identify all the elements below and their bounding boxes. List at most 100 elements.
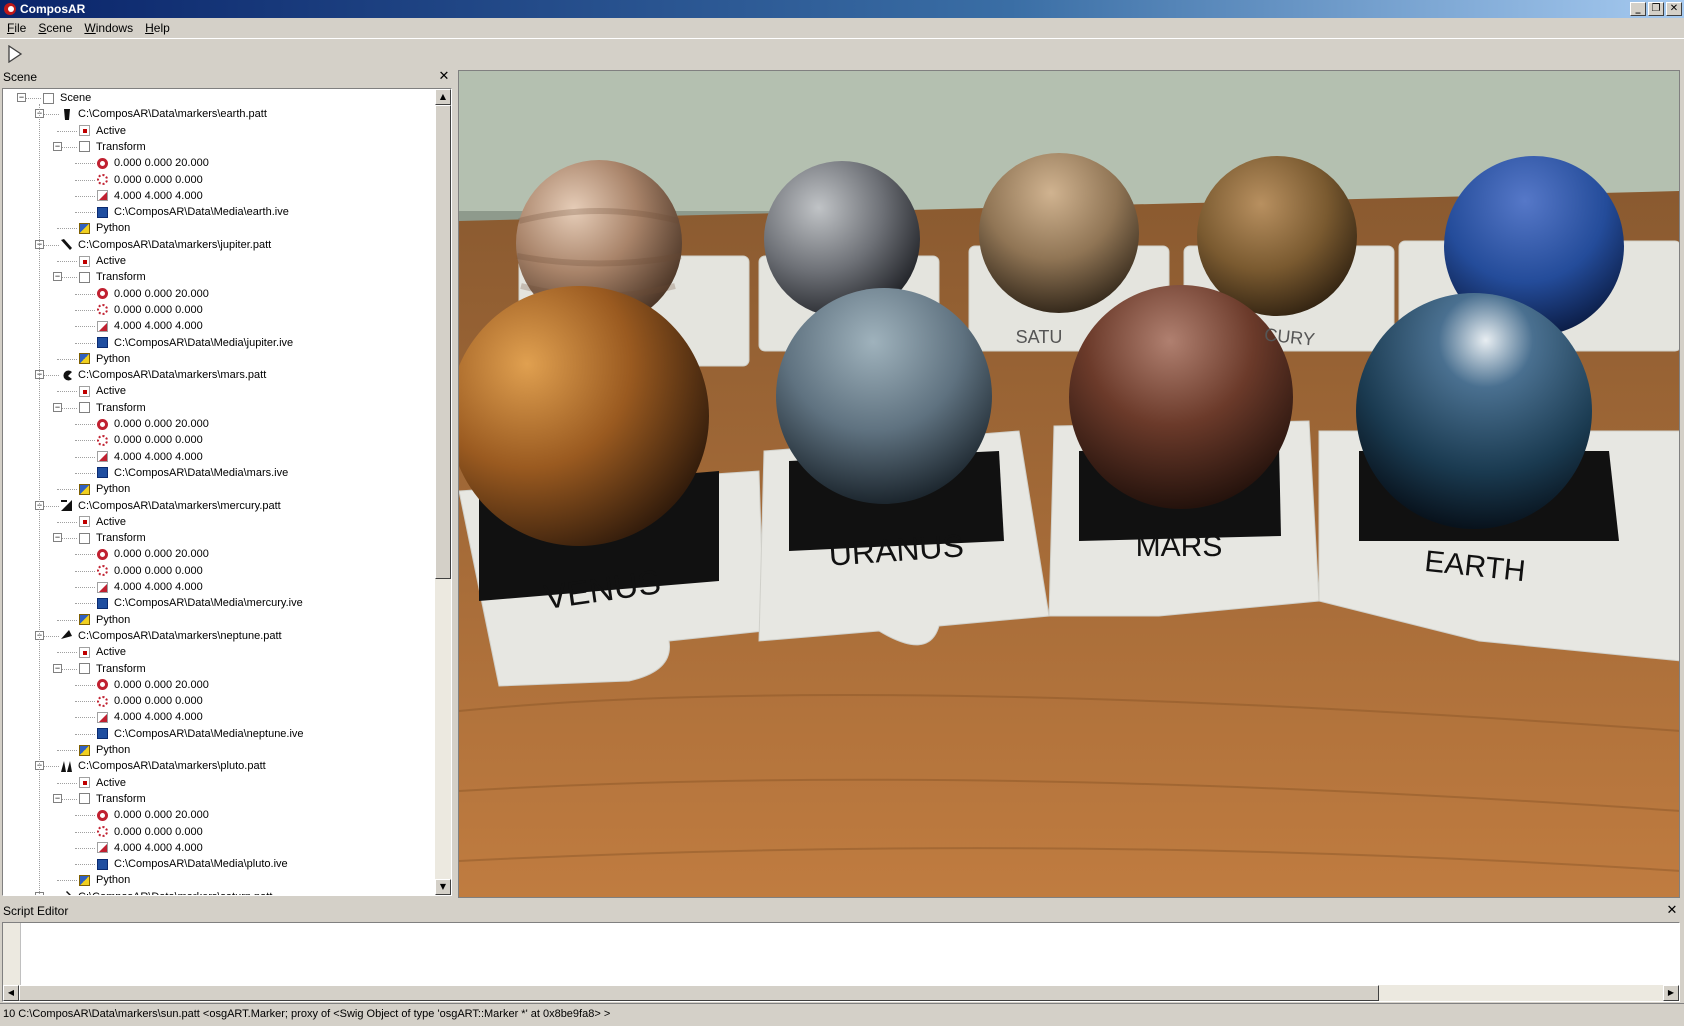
tree-item-label: 4.000 4.000 4.000: [114, 450, 203, 463]
tree-connector: [57, 619, 77, 621]
tree-transform[interactable]: Transform: [79, 269, 146, 285]
tree-scale[interactable]: 4.000 4.000 4.000: [97, 579, 203, 595]
tree-scale[interactable]: 4.000 4.000 4.000: [97, 709, 203, 725]
restore-button[interactable]: ❐: [1648, 2, 1664, 16]
tree-marker[interactable]: C:\ComposAR\Data\markers\saturn.patt: [61, 889, 272, 895]
ar-viewport[interactable]: VENUS URANUS MARS EARTH SATU CURY: [458, 70, 1680, 898]
tree-rotate[interactable]: 0.000 0.000 0.000: [97, 302, 203, 318]
marker-icon: [61, 108, 72, 120]
tree-transform[interactable]: Transform: [79, 400, 146, 416]
tree-item-label: Python: [96, 744, 131, 756]
mars-label: MARS: [1136, 530, 1223, 563]
tree-item-label: Active: [96, 255, 126, 267]
tree-active[interactable]: Active: [79, 383, 126, 399]
tree-python[interactable]: Python: [79, 220, 130, 236]
tree-active[interactable]: Active: [79, 514, 126, 530]
scale-icon: [97, 320, 108, 332]
active-icon: [79, 516, 90, 528]
python-icon: [79, 874, 90, 886]
tree-scale[interactable]: 4.000 4.000 4.000: [97, 318, 203, 334]
tree-rotate[interactable]: 0.000 0.000 0.000: [97, 824, 203, 840]
tree-item-label: C:\ComposAR\Data\markers\pluto.patt: [78, 760, 266, 773]
tree-rotate[interactable]: 0.000 0.000 0.000: [97, 172, 203, 188]
tree-python[interactable]: Python: [79, 481, 130, 497]
tree-active[interactable]: Active: [79, 644, 126, 660]
tree-model[interactable]: C:\ComposAR\Data\Media\jupiter.ive: [97, 335, 293, 351]
tree-scale[interactable]: 4.000 4.000 4.000: [97, 840, 203, 856]
tree-connector: [75, 456, 95, 458]
tree-rotate[interactable]: 0.000 0.000 0.000: [97, 693, 203, 709]
tree-marker[interactable]: C:\ComposAR\Data\markers\neptune.patt: [61, 628, 282, 644]
collapse-icon[interactable]: −: [53, 141, 62, 151]
tree-marker[interactable]: C:\ComposAR\Data\markers\mercury.patt: [61, 498, 281, 514]
minimize-button[interactable]: _: [1630, 2, 1646, 16]
collapse-icon[interactable]: −: [53, 663, 62, 673]
scene-dock-title: Scene: [3, 70, 38, 84]
collapse-icon[interactable]: −: [53, 272, 62, 282]
collapse-icon[interactable]: −: [53, 533, 62, 543]
scene-tree-scrollbar[interactable]: ▲ ▼: [435, 89, 451, 895]
tree-active[interactable]: Active: [79, 123, 126, 139]
menu-help[interactable]: Help: [140, 21, 177, 35]
tree-connector: [57, 880, 77, 882]
checkbox-icon: [79, 793, 90, 805]
tree-item-label: Active: [96, 124, 126, 137]
tree-marker[interactable]: C:\ComposAR\Data\markers\jupiter.patt: [61, 237, 271, 253]
tree-translate[interactable]: 0.000 0.000 20.000: [97, 155, 209, 171]
play-button[interactable]: [4, 43, 26, 65]
tree-connector: [75, 831, 95, 833]
marker-icon: [61, 369, 72, 381]
tree-active[interactable]: Active: [79, 253, 126, 269]
tree-translate[interactable]: 0.000 0.000 20.000: [97, 286, 209, 302]
script-editor-text[interactable]: ◀ ▶: [2, 922, 1680, 1002]
scene-dock-close-icon[interactable]: ✕: [438, 69, 450, 82]
tree-python[interactable]: Python: [79, 351, 130, 367]
menu-windows[interactable]: Windows: [79, 21, 140, 35]
tree-scale[interactable]: 4.000 4.000 4.000: [97, 188, 203, 204]
collapse-icon[interactable]: −: [53, 402, 62, 412]
tree-marker[interactable]: C:\ComposAR\Data\markers\mars.patt: [61, 367, 266, 383]
hscroll-thumb[interactable]: [19, 985, 1379, 1001]
scroll-thumb[interactable]: [435, 105, 451, 579]
tree-model[interactable]: C:\ComposAR\Data\Media\mercury.ive: [97, 595, 303, 611]
tree-translate[interactable]: 0.000 0.000 20.000: [97, 677, 209, 693]
scroll-up-icon[interactable]: ▲: [435, 89, 451, 105]
tree-rotate[interactable]: 0.000 0.000 0.000: [97, 432, 203, 448]
script-editor-close-icon[interactable]: ✕: [1666, 903, 1678, 916]
tree-python[interactable]: Python: [79, 612, 130, 628]
tree-connector: [57, 391, 77, 393]
tree-marker[interactable]: C:\ComposAR\Data\markers\earth.patt: [61, 106, 267, 122]
close-button[interactable]: ✕: [1666, 2, 1682, 16]
tree-translate[interactable]: 0.000 0.000 20.000: [97, 546, 209, 562]
tree-model[interactable]: C:\ComposAR\Data\Media\neptune.ive: [97, 726, 304, 742]
tree-translate[interactable]: 0.000 0.000 20.000: [97, 807, 209, 823]
tree-transform[interactable]: Transform: [79, 791, 146, 807]
scroll-down-icon[interactable]: ▼: [435, 879, 451, 895]
menu-file[interactable]: File: [2, 21, 33, 35]
tree-rotate[interactable]: 0.000 0.000 0.000: [97, 563, 203, 579]
rotate-icon: [97, 565, 108, 577]
scroll-right-icon[interactable]: ▶: [1663, 985, 1679, 1001]
app-icon: [4, 3, 16, 15]
tree-model[interactable]: C:\ComposAR\Data\Media\mars.ive: [97, 465, 288, 481]
script-editor-hscrollbar[interactable]: ◀ ▶: [3, 985, 1679, 1001]
scroll-left-icon[interactable]: ◀: [3, 985, 19, 1001]
tree-python[interactable]: Python: [79, 872, 130, 888]
tree-transform[interactable]: Transform: [79, 139, 146, 155]
tree-item-label: Python: [96, 483, 131, 496]
collapse-icon[interactable]: −: [17, 93, 26, 102]
tree-transform[interactable]: Transform: [79, 661, 146, 677]
tree-translate[interactable]: 0.000 0.000 20.000: [97, 416, 209, 432]
collapse-icon[interactable]: −: [53, 793, 62, 803]
tree-transform[interactable]: Transform: [79, 530, 146, 546]
tree-model[interactable]: C:\ComposAR\Data\Media\pluto.ive: [97, 856, 288, 872]
tree-scale[interactable]: 4.000 4.000 4.000: [97, 449, 203, 465]
tree-python[interactable]: Python: [79, 742, 130, 758]
scene-tree[interactable]: Scene − C:\ComposAR\Data\markers\earth.pat…: [2, 88, 452, 896]
tree-model[interactable]: C:\ComposAR\Data\Media\earth.ive: [97, 204, 289, 220]
tree-active[interactable]: Active: [79, 775, 126, 791]
tree-root-scene[interactable]: Scene: [43, 90, 91, 106]
python-icon: [79, 614, 90, 626]
menu-scene[interactable]: Scene: [33, 21, 79, 35]
tree-marker[interactable]: C:\ComposAR\Data\markers\pluto.patt: [61, 758, 266, 774]
